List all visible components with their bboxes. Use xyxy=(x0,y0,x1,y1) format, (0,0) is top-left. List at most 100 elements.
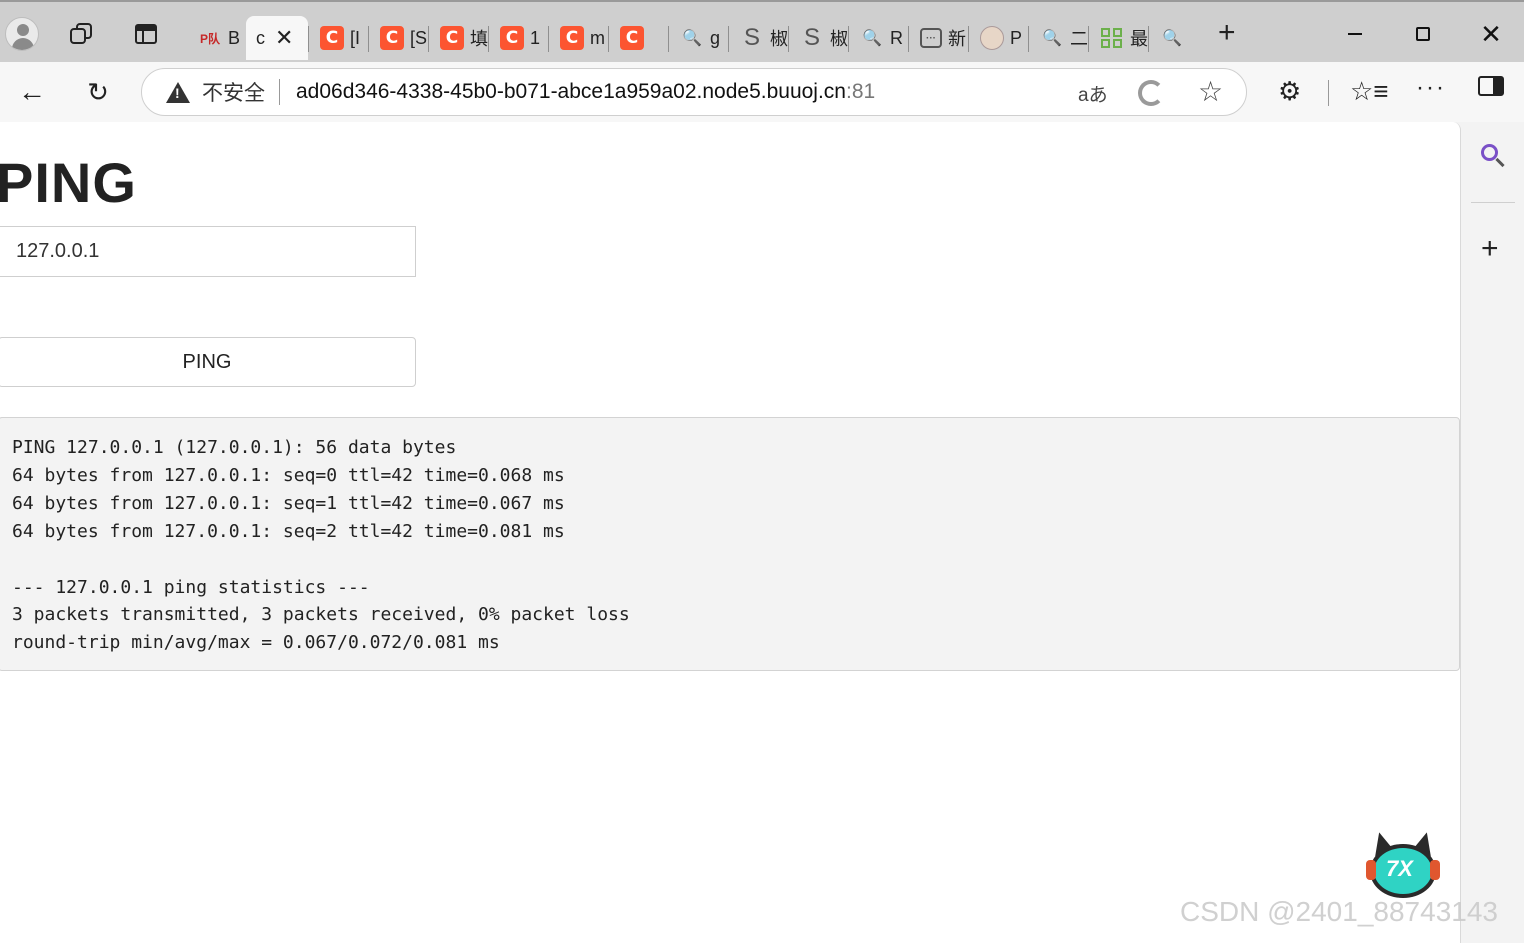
tab-separator xyxy=(848,26,849,52)
ping-button[interactable]: PING xyxy=(0,337,416,387)
tab-8[interactable]: 🔍 g xyxy=(668,16,728,60)
tab-label: 椒 xyxy=(770,29,788,49)
tab-15[interactable]: 最 xyxy=(1088,16,1148,60)
tab-separator xyxy=(1028,26,1029,52)
tab-6[interactable]: Cm xyxy=(548,16,608,60)
tab-strip: P队Bc✕C[IC[SC填C1CmC🔍gS椒S椒🔍R···新P🔍二最🔍一 + ✕ xyxy=(0,0,1524,62)
address-bar[interactable]: 不安全 ad06d346-4338-45b0-b071-abce1a959a02… xyxy=(141,68,1247,116)
tab-separator xyxy=(368,26,369,52)
warning-icon[interactable] xyxy=(166,81,190,103)
new-tab-button[interactable]: + xyxy=(1218,18,1236,48)
csdn-icon: C xyxy=(560,26,584,50)
ip-input[interactable] xyxy=(0,226,416,277)
tab-3[interactable]: C [S xyxy=(368,16,428,60)
maximize-icon xyxy=(1416,27,1430,41)
tab-separator xyxy=(668,26,669,52)
tab-label: [I xyxy=(350,27,361,48)
tab-label: 1 xyxy=(530,27,541,48)
workspaces-button[interactable] xyxy=(64,16,100,52)
csdn-icon: C xyxy=(320,26,344,50)
grid-icon xyxy=(1100,26,1124,50)
sidebar-toggle-icon xyxy=(1478,76,1504,96)
page-content: PING PING PING 127.0.0.1 (127.0.0.1): 56… xyxy=(0,122,1461,943)
tab-13[interactable]: P xyxy=(968,16,1028,60)
tab-separator xyxy=(608,26,609,52)
tab-16[interactable]: 🔍一 xyxy=(1148,16,1186,60)
more-menu-icon[interactable]: ··· xyxy=(1416,74,1446,102)
ping-favicon: P队 xyxy=(199,31,220,46)
profile-button[interactable] xyxy=(4,16,40,52)
vertical-tabs-button[interactable] xyxy=(128,16,164,52)
csdn-icon: C xyxy=(440,26,464,50)
watermark: CSDN @2401_88743143 xyxy=(1180,896,1498,927)
search-icon: 🔍 xyxy=(1162,30,1182,47)
swirl-icon: S xyxy=(743,24,760,51)
search-icon: 🔍 xyxy=(862,30,882,47)
avatar-icon xyxy=(980,26,1004,50)
tab-5[interactable]: C1 xyxy=(488,16,548,60)
tab-4[interactable]: C填 xyxy=(428,16,488,60)
page-title: PING xyxy=(0,151,137,214)
right-sidebar: + xyxy=(1461,122,1524,943)
tab-9[interactable]: S椒 xyxy=(728,16,788,60)
tab-label: 填 xyxy=(470,29,488,49)
tab-separator xyxy=(1148,26,1149,52)
tab-10[interactable]: S椒 xyxy=(788,16,848,60)
tab-label: g xyxy=(710,27,721,48)
tab-separator xyxy=(728,26,729,52)
sidebar-add-button[interactable]: + xyxy=(1481,232,1499,266)
tab-separator xyxy=(548,26,549,52)
ping-output-text: PING 127.0.0.1 (127.0.0.1): 56 data byte… xyxy=(12,437,630,654)
tab-0[interactable]: P队 B xyxy=(186,16,246,60)
tab-label: R xyxy=(890,27,903,48)
tab-2[interactable]: C [I xyxy=(308,16,368,60)
tab-7[interactable]: C xyxy=(608,16,668,60)
toolbar-divider xyxy=(1328,80,1329,106)
workspaces-icon xyxy=(70,23,94,45)
tab-close-icon[interactable]: ✕ xyxy=(275,25,293,51)
tab-separator xyxy=(968,26,969,52)
security-label[interactable]: 不安全 xyxy=(202,77,265,107)
sidebar-divider xyxy=(1471,202,1515,203)
tab-1[interactable]: c ✕ xyxy=(246,16,308,60)
url-host: ad06d346-4338-45b0-b071-abce1a959a02.nod… xyxy=(296,80,846,103)
tab-label: 最 xyxy=(1130,29,1148,49)
url-port: :81 xyxy=(846,80,876,103)
url-text[interactable]: ad06d346-4338-45b0-b071-abce1a959a02.nod… xyxy=(296,80,875,104)
back-button[interactable]: ← xyxy=(12,72,52,112)
edge-icon[interactable] xyxy=(1138,80,1164,106)
swirl-icon: S xyxy=(803,24,820,51)
mascot-text: 7X xyxy=(1386,856,1413,881)
tab-label: 椒 xyxy=(830,29,848,49)
extensions-icon[interactable]: ⚙ xyxy=(1278,76,1301,107)
maximize-button[interactable] xyxy=(1400,14,1446,54)
csdn-icon: C xyxy=(500,26,524,50)
minimize-button[interactable] xyxy=(1332,14,1378,54)
tab-12[interactable]: ··· 新 xyxy=(908,16,968,60)
tab-label: m xyxy=(590,27,605,48)
tab-separator xyxy=(428,26,429,52)
favorite-star-icon[interactable]: ☆ xyxy=(1198,75,1223,108)
search-icon: 🔍 xyxy=(1042,30,1062,47)
tab-separator xyxy=(908,26,909,52)
favorites-icon[interactable]: ☆≡ xyxy=(1350,76,1388,107)
browser-toolbar: ← ↻ 不安全 ad06d346-4338-45b0-b071-abce1a95… xyxy=(0,62,1524,122)
tab-label: c xyxy=(256,27,265,48)
address-divider xyxy=(279,79,280,105)
tab-label: B xyxy=(228,27,241,48)
read-aloud-icon[interactable]: aあ xyxy=(1078,80,1108,107)
mascot-icon[interactable]: 7X xyxy=(1366,829,1440,902)
csdn-icon: C xyxy=(380,26,404,50)
tab-label: [S xyxy=(410,27,428,48)
csdn-icon: C xyxy=(620,26,644,50)
tab-14[interactable]: 🔍 二 xyxy=(1028,16,1088,60)
tab-11[interactable]: 🔍 R xyxy=(848,16,908,60)
close-window-button[interactable]: ✕ xyxy=(1468,14,1514,54)
note-icon: ··· xyxy=(920,28,942,48)
vertical-tabs-icon xyxy=(135,24,157,44)
reload-button[interactable]: ↻ xyxy=(78,72,118,112)
search-icon[interactable] xyxy=(1479,142,1507,170)
sidebar-toggle-button[interactable] xyxy=(1478,76,1504,96)
tab-separator xyxy=(788,26,789,52)
tab-label: P xyxy=(1010,27,1023,48)
